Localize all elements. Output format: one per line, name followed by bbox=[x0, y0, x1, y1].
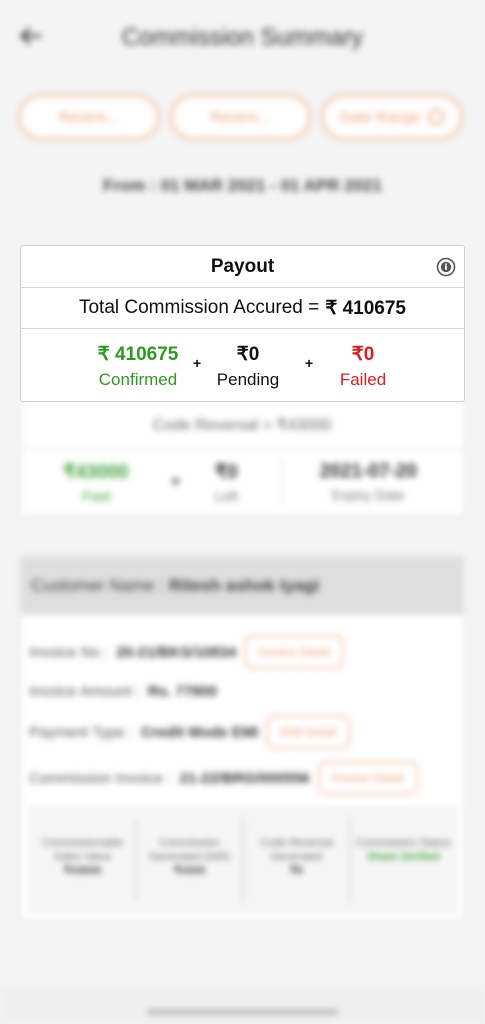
stat-commission-status: Commission Status Sheet Verified bbox=[356, 837, 451, 863]
reversal-left: ₹0 Left bbox=[214, 461, 239, 504]
payment-type-row: Payment Type : Credit Mode EMI EMI Detail bbox=[29, 715, 350, 749]
code-reversal-card: Code Reversal = ₹43000 ₹43000 Paid + ₹0 … bbox=[20, 400, 464, 516]
stat-commission-generated: Commission Generated (INR) ₹4300 bbox=[137, 818, 244, 902]
confirmed-label: Confirmed bbox=[98, 370, 178, 389]
divider bbox=[282, 458, 284, 506]
stat-code-reversal: Code Reversal Generated ₹0 bbox=[244, 818, 351, 902]
confirmed-item: ₹ 410675 Confirmed bbox=[83, 343, 193, 391]
reversal-expiry: 2021-07-20 Expiry Date bbox=[319, 461, 417, 503]
total-commission-amount: ₹ 410675 bbox=[325, 297, 407, 319]
confirmed-value: ₹ 410675 bbox=[97, 344, 179, 365]
invoice-detail-button[interactable]: Invoice Detail bbox=[244, 635, 345, 669]
payout-card: Payout Total Commission Accured = ₹ 4106… bbox=[20, 245, 465, 402]
customer-card: Customer Name : Ritesh ashok tyagi Invoi… bbox=[20, 556, 464, 920]
payout-breakdown: ₹ 410675 Confirmed + ₹0 Pending + ₹0 Fai… bbox=[21, 329, 464, 401]
commission-stats: Commissionable Sales Value ₹43000 Commiss… bbox=[29, 807, 457, 913]
app-header: Commission Summary bbox=[0, 0, 485, 78]
payout-title-row: Payout bbox=[21, 246, 464, 288]
reversal-paid: ₹43000 Paid bbox=[63, 461, 129, 504]
reversal-filter-button[interactable]: Revers... bbox=[18, 94, 160, 140]
reversal-filter-button-2[interactable]: Revers... bbox=[169, 94, 312, 140]
emi-detail-button[interactable]: EMI Detail bbox=[266, 715, 350, 749]
pending-value: ₹0 bbox=[236, 344, 260, 365]
payout-title: Payout bbox=[210, 255, 275, 277]
total-commission-label: Total Commission Accured = bbox=[78, 297, 320, 318]
invoice-amount-row: Invoice Amount : Rs. 77800 bbox=[29, 683, 218, 700]
stat-sales-value: Commissionable Sales Value ₹43000 bbox=[30, 818, 137, 902]
failed-value: ₹0 bbox=[351, 344, 375, 365]
info-icon[interactable] bbox=[436, 257, 456, 277]
plus-sign: + bbox=[171, 473, 181, 490]
date-range-text: From : 01 MAR 2021 - 01 APR 2021 bbox=[102, 176, 383, 195]
system-nav-bar bbox=[0, 986, 485, 1024]
commission-invoice-row: Commission Invoice :21-22/BRG/000556 Inv… bbox=[29, 761, 418, 795]
failed-label: Failed bbox=[339, 370, 387, 389]
page-title: Commission Summary bbox=[121, 24, 364, 51]
home-indicator[interactable] bbox=[147, 1009, 338, 1015]
filter-bar: Revers... Revers... Date Range bbox=[18, 94, 464, 140]
code-reversal-title: Code Reversal = ₹43000 bbox=[21, 401, 463, 449]
calendar-icon bbox=[428, 109, 445, 125]
pending-label: Pending bbox=[216, 370, 280, 389]
date-range-button[interactable]: Date Range bbox=[321, 94, 464, 140]
customer-name-row: Customer Name : Ritesh ashok tyagi bbox=[21, 557, 463, 615]
blurred-background: Commission Summary Revers... Revers... D… bbox=[0, 0, 485, 1024]
invoice-no-row: Invoice No :20-21/BKS/10834 Invoice Deta… bbox=[29, 635, 345, 669]
commission-invoice-button[interactable]: Invoice Detail bbox=[317, 761, 418, 795]
total-commission-row: Total Commission Accured = ₹ 410675 bbox=[21, 288, 464, 329]
pending-item: ₹0 Pending bbox=[193, 343, 303, 391]
failed-item: ₹0 Failed bbox=[308, 343, 418, 391]
